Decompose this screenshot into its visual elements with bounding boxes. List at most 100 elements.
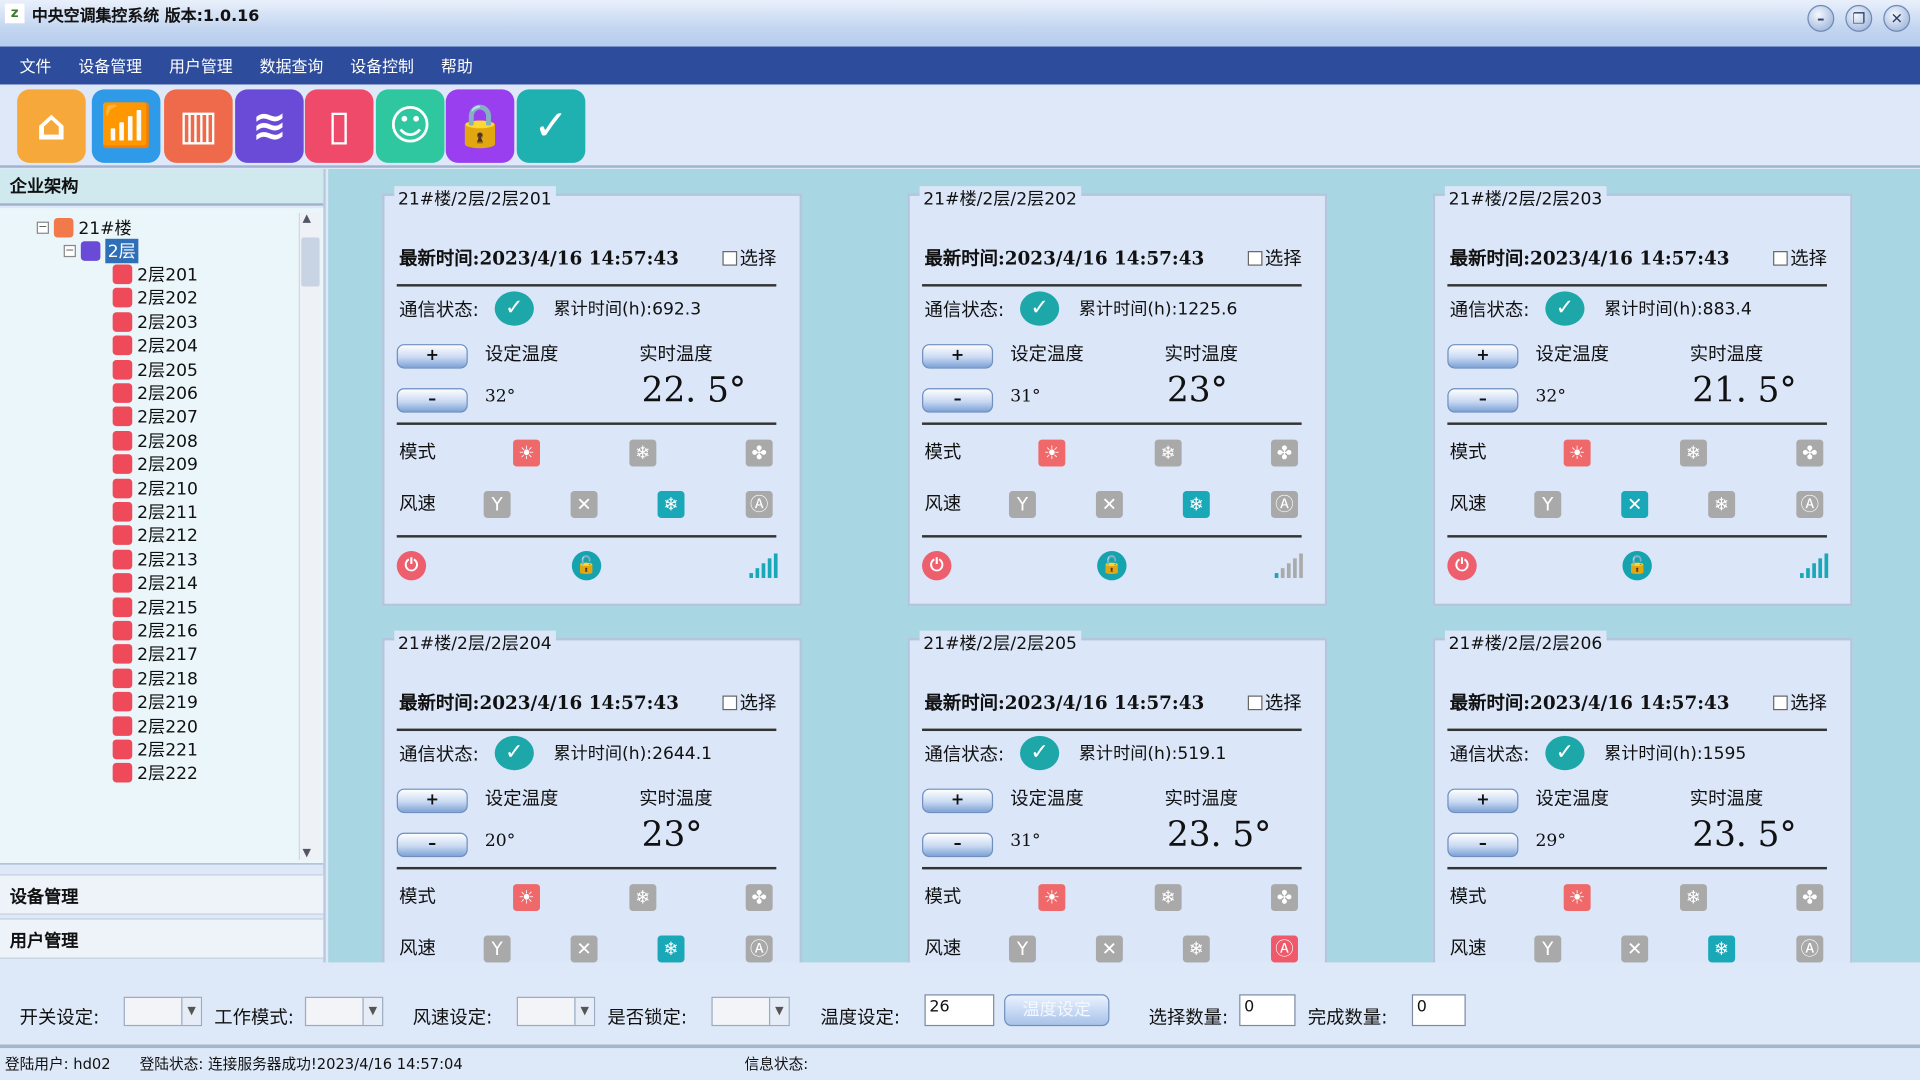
select-checkbox[interactable]: 选择 — [722, 689, 776, 715]
fan-mode-icon[interactable]: ✤ — [746, 440, 773, 467]
cool-mode-icon[interactable]: ❄ — [1680, 440, 1707, 467]
toolbar-button-layers[interactable]: ≋ — [235, 89, 304, 162]
toolbar-button-home[interactable]: ⌂ — [17, 89, 86, 162]
checkbox-icon[interactable] — [1248, 250, 1263, 265]
checkbox-icon[interactable] — [722, 250, 737, 265]
select-checkbox[interactable]: 选择 — [1773, 689, 1827, 715]
tree-node-room[interactable]: 2层212 — [113, 523, 198, 547]
select-checkbox[interactable]: 选择 — [1248, 245, 1302, 271]
toolbar-button-users[interactable]: ☺ — [376, 89, 445, 162]
tree-node-room[interactable]: 2层207 — [113, 405, 198, 429]
tree-node-room[interactable]: 2层219 — [113, 690, 198, 714]
wind-high-icon[interactable]: ❄ — [658, 491, 685, 518]
wind-auto-icon[interactable]: Ⓐ — [1271, 491, 1298, 518]
wind-low-icon[interactable]: Y — [484, 936, 511, 963]
switch-select[interactable]: ▼ — [124, 997, 202, 1026]
tree-node-room[interactable]: 2层214 — [113, 571, 198, 595]
temp-minus-button[interactable]: – — [397, 833, 468, 857]
wind-auto-icon[interactable]: Ⓐ — [1271, 936, 1298, 963]
tree-scrollbar[interactable]: ▲ ▼ — [299, 213, 321, 860]
tree-node-room[interactable]: 2层205 — [113, 357, 198, 381]
collapse-icon[interactable]: − — [64, 245, 76, 257]
temp-input[interactable]: 26 — [924, 994, 994, 1026]
toolbar-button-router[interactable]: 📶 — [92, 89, 161, 162]
tree-node-floor[interactable]: − 2层 — [64, 239, 139, 263]
wind-auto-icon[interactable]: Ⓐ — [746, 491, 773, 518]
checkbox-icon[interactable] — [1773, 695, 1788, 710]
menu-help[interactable]: 帮助 — [441, 54, 473, 77]
temp-minus-button[interactable]: – — [1447, 388, 1518, 412]
tree-node-room[interactable]: 2层202 — [113, 286, 198, 310]
restore-button[interactable]: ❐ — [1845, 5, 1872, 32]
wind-auto-icon[interactable]: Ⓐ — [746, 936, 773, 963]
wind-select[interactable]: ▼ — [517, 997, 595, 1026]
menu-device-control[interactable]: 设备控制 — [350, 54, 414, 77]
wind-high-icon[interactable]: ❄ — [1183, 491, 1210, 518]
unlock-icon[interactable]: 🔓 — [1097, 551, 1126, 580]
mode-select[interactable]: ▼ — [305, 997, 383, 1026]
tree-node-room[interactable]: 2层217 — [113, 642, 198, 666]
fan-mode-icon[interactable]: ✤ — [1271, 884, 1298, 911]
heat-mode-icon[interactable]: ☀ — [513, 884, 540, 911]
tree-node-room[interactable]: 2层218 — [113, 666, 198, 690]
tree-node-room[interactable]: 2层210 — [113, 476, 198, 500]
tree-node-room[interactable]: 2层209 — [113, 452, 198, 476]
fan-mode-icon[interactable]: ✤ — [1796, 440, 1823, 467]
scroll-thumb[interactable] — [301, 238, 319, 287]
heat-mode-icon[interactable]: ☀ — [513, 440, 540, 467]
power-icon[interactable]: ⏻ — [922, 551, 951, 580]
cool-mode-icon[interactable]: ❄ — [1680, 884, 1707, 911]
minimize-button[interactable]: – — [1807, 5, 1834, 32]
menu-device-management[interactable]: 设备管理 — [78, 54, 142, 77]
wind-mid-icon[interactable]: ✕ — [1621, 936, 1648, 963]
wind-high-icon[interactable]: ❄ — [1183, 936, 1210, 963]
select-checkbox[interactable]: 选择 — [1248, 689, 1302, 715]
wind-low-icon[interactable]: Y — [1534, 936, 1561, 963]
heat-mode-icon[interactable]: ☀ — [1564, 884, 1591, 911]
power-icon[interactable]: ⏻ — [397, 551, 426, 580]
tree-node-room[interactable]: 2层211 — [113, 500, 198, 524]
temp-minus-button[interactable]: – — [922, 833, 993, 857]
toolbar-button-building[interactable]: ▥ — [164, 89, 233, 162]
section-device-management[interactable]: 设备管理 — [0, 874, 323, 914]
unlock-icon[interactable]: 🔓 — [572, 551, 601, 580]
temp-plus-button[interactable]: + — [397, 344, 468, 368]
fan-mode-icon[interactable]: ✤ — [746, 884, 773, 911]
power-icon[interactable]: ⏻ — [1447, 551, 1476, 580]
checkbox-icon[interactable] — [1248, 695, 1263, 710]
tree-node-room[interactable]: 2层201 — [113, 262, 198, 286]
cool-mode-icon[interactable]: ❄ — [1155, 884, 1182, 911]
tree-node-room[interactable]: 2层213 — [113, 547, 198, 571]
close-button[interactable]: ✕ — [1883, 5, 1910, 32]
tree-node-building[interactable]: − 21#楼 — [37, 216, 132, 240]
tree-node-room[interactable]: 2层220 — [113, 713, 198, 737]
temp-plus-button[interactable]: + — [397, 789, 468, 813]
menu-data-query[interactable]: 数据查询 — [260, 54, 324, 77]
select-checkbox[interactable]: 选择 — [722, 245, 776, 271]
wind-high-icon[interactable]: ❄ — [1708, 491, 1735, 518]
wind-mid-icon[interactable]: ✕ — [1096, 491, 1123, 518]
section-user-management[interactable]: 用户管理 — [0, 918, 323, 958]
wind-mid-icon[interactable]: ✕ — [571, 936, 598, 963]
fan-mode-icon[interactable]: ✤ — [1271, 440, 1298, 467]
wind-auto-icon[interactable]: Ⓐ — [1796, 491, 1823, 518]
tree-node-room[interactable]: 2层208 — [113, 428, 198, 452]
wind-auto-icon[interactable]: Ⓐ — [1796, 936, 1823, 963]
cool-mode-icon[interactable]: ❄ — [629, 884, 656, 911]
tree-node-room[interactable]: 2层216 — [113, 618, 198, 642]
tree-node-room[interactable]: 2层221 — [113, 737, 198, 761]
temp-plus-button[interactable]: + — [922, 344, 993, 368]
wind-high-icon[interactable]: ❄ — [658, 936, 685, 963]
wind-low-icon[interactable]: Y — [1009, 936, 1036, 963]
checkbox-icon[interactable] — [1773, 250, 1788, 265]
unlock-icon[interactable]: 🔓 — [1622, 551, 1651, 580]
wind-high-icon[interactable]: ❄ — [1708, 936, 1735, 963]
checkbox-icon[interactable] — [722, 695, 737, 710]
lock-select[interactable]: ▼ — [711, 997, 789, 1026]
wind-low-icon[interactable]: Y — [1534, 491, 1561, 518]
heat-mode-icon[interactable]: ☀ — [1564, 440, 1591, 467]
temp-plus-button[interactable]: + — [1447, 789, 1518, 813]
tree-node-room[interactable]: 2层222 — [113, 761, 198, 785]
scroll-down-icon[interactable]: ▼ — [302, 847, 310, 859]
temp-minus-button[interactable]: – — [1447, 833, 1518, 857]
